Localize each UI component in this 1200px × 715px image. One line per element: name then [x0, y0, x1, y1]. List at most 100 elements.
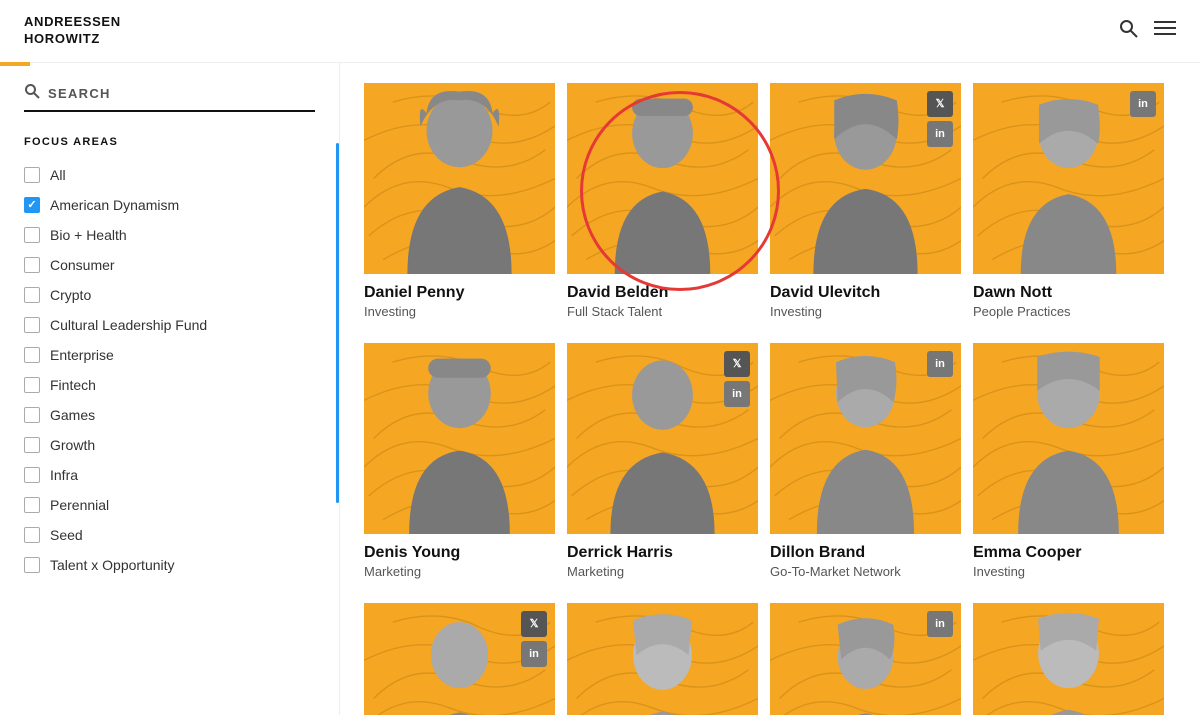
team-card[interactable]: in	[770, 603, 973, 715]
checkbox-games[interactable]	[24, 407, 40, 423]
card-image: in	[770, 603, 961, 715]
linkedin-badge[interactable]: in	[927, 351, 953, 377]
card-info: Derrick Harris Marketing	[567, 534, 758, 583]
card-image: 𝕏in	[567, 343, 758, 534]
card-name: Dawn Nott	[973, 284, 1164, 302]
checkbox-cultural-leadership-fund[interactable]	[24, 317, 40, 333]
checkbox-seed[interactable]	[24, 527, 40, 543]
card-role: People Practices	[973, 304, 1164, 319]
card-image	[364, 343, 555, 534]
social-badges: in	[1130, 91, 1156, 117]
filter-label-infra: Infra	[50, 467, 78, 483]
checkbox-bio-health[interactable]	[24, 227, 40, 243]
filter-item-bio-health[interactable]: Bio + Health	[24, 220, 315, 250]
filter-item-perennial[interactable]: Perennial	[24, 490, 315, 520]
filter-item-consumer[interactable]: Consumer	[24, 250, 315, 280]
card-info: David Belden Full Stack Talent	[567, 274, 758, 323]
filter-label-games: Games	[50, 407, 95, 423]
checkbox-american-dynamism[interactable]	[24, 197, 40, 213]
filter-label-enterprise: Enterprise	[50, 347, 114, 363]
card-info: Emma Cooper Investing	[973, 534, 1164, 583]
social-badges: in	[927, 351, 953, 377]
linkedin-badge[interactable]: in	[927, 611, 953, 637]
filter-label-consumer: Consumer	[50, 257, 115, 273]
filter-item-fintech[interactable]: Fintech	[24, 370, 315, 400]
person-silhouette	[364, 343, 555, 534]
search-icon[interactable]	[1118, 18, 1138, 44]
logo-line1: ANDREESSEN	[24, 14, 121, 31]
card-role: Investing	[973, 564, 1164, 579]
linkedin-badge[interactable]: in	[927, 121, 953, 147]
main-layout: SEARCH FOCUS AREAS All American Dynamism B…	[0, 63, 1200, 715]
search-icon-sidebar	[24, 83, 40, 104]
filter-label-growth: Growth	[50, 437, 95, 453]
logo: ANDREESSEN HOROWITZ	[24, 14, 121, 48]
filter-item-growth[interactable]: Growth	[24, 430, 315, 460]
checkbox-fintech[interactable]	[24, 377, 40, 393]
team-card[interactable]: Emma Cooper Investing	[973, 343, 1176, 583]
card-info: Denis Young Marketing	[364, 534, 555, 583]
social-badges: 𝕏in	[724, 351, 750, 407]
team-card[interactable]: in Dawn Nott People Practices	[973, 83, 1176, 323]
team-card[interactable]: David Belden Full Stack Talent	[567, 83, 770, 323]
social-badges: in	[927, 611, 953, 637]
card-name: Derrick Harris	[567, 544, 758, 562]
card-name: David Belden	[567, 284, 758, 302]
filter-label-all: All	[50, 167, 66, 183]
linkedin-badge[interactable]: in	[521, 641, 547, 667]
checkbox-infra[interactable]	[24, 467, 40, 483]
search-row[interactable]: SEARCH	[24, 83, 315, 112]
linkedin-badge[interactable]: in	[1130, 91, 1156, 117]
filter-label-seed: Seed	[50, 527, 83, 543]
card-role: Marketing	[364, 564, 555, 579]
sidebar: SEARCH FOCUS AREAS All American Dynamism B…	[0, 63, 340, 715]
nav-icons	[1118, 18, 1176, 44]
filter-item-all[interactable]: All	[24, 160, 315, 190]
card-role: Marketing	[567, 564, 758, 579]
focus-areas-title: FOCUS AREAS	[24, 136, 315, 148]
twitter-badge[interactable]: 𝕏	[521, 611, 547, 637]
filters-list: All American Dynamism Bio + Health Consumer…	[24, 160, 315, 580]
card-name: Dillon Brand	[770, 544, 961, 562]
sidebar-accent	[336, 143, 339, 503]
filter-label-perennial: Perennial	[50, 497, 109, 513]
top-nav: ANDREESSEN HOROWITZ	[0, 0, 1200, 63]
checkbox-crypto[interactable]	[24, 287, 40, 303]
twitter-badge[interactable]: 𝕏	[724, 351, 750, 377]
team-card[interactable]: 𝕏in David Ulevitch Investing	[770, 83, 973, 323]
filter-label-crypto: Crypto	[50, 287, 91, 303]
filter-label-talent-x-opportunity: Talent x Opportunity	[50, 557, 175, 573]
filter-item-talent-x-opportunity[interactable]: Talent x Opportunity	[24, 550, 315, 580]
linkedin-badge[interactable]: in	[724, 381, 750, 407]
card-info: Dawn Nott People Practices	[973, 274, 1164, 323]
menu-icon[interactable]	[1154, 19, 1176, 42]
twitter-badge[interactable]: 𝕏	[927, 91, 953, 117]
filter-item-seed[interactable]: Seed	[24, 520, 315, 550]
social-badges: 𝕏in	[927, 91, 953, 147]
team-card[interactable]	[973, 603, 1176, 715]
team-card[interactable]: in Dillon Brand Go-To-Market Network	[770, 343, 973, 583]
card-role: Full Stack Talent	[567, 304, 758, 319]
card-role: Investing	[364, 304, 555, 319]
checkbox-talent-x-opportunity[interactable]	[24, 557, 40, 573]
team-card[interactable]	[567, 603, 770, 715]
checkbox-enterprise[interactable]	[24, 347, 40, 363]
filter-item-cultural-leadership-fund[interactable]: Cultural Leadership Fund	[24, 310, 315, 340]
checkbox-consumer[interactable]	[24, 257, 40, 273]
checkbox-all[interactable]	[24, 167, 40, 183]
filter-label-american-dynamism: American Dynamism	[50, 197, 179, 213]
card-role: Go-To-Market Network	[770, 564, 961, 579]
team-card[interactable]: 𝕏in Derrick Harris Marketing	[567, 343, 770, 583]
filter-item-american-dynamism[interactable]: American Dynamism	[24, 190, 315, 220]
person-silhouette	[973, 343, 1164, 534]
filter-item-enterprise[interactable]: Enterprise	[24, 340, 315, 370]
team-card[interactable]: Denis Young Marketing	[364, 343, 567, 583]
team-card[interactable]: Daniel Penny Investing	[364, 83, 567, 323]
filter-item-games[interactable]: Games	[24, 400, 315, 430]
filter-label-cultural-leadership-fund: Cultural Leadership Fund	[50, 317, 207, 333]
checkbox-growth[interactable]	[24, 437, 40, 453]
filter-item-infra[interactable]: Infra	[24, 460, 315, 490]
team-card[interactable]: 𝕏in	[364, 603, 567, 715]
checkbox-perennial[interactable]	[24, 497, 40, 513]
filter-item-crypto[interactable]: Crypto	[24, 280, 315, 310]
